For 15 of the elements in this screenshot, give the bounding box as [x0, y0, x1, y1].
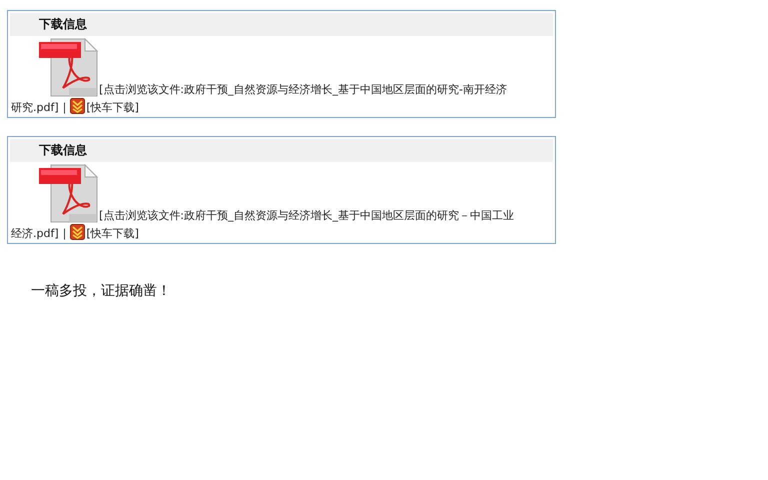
panel-heading: 下载信息	[10, 13, 553, 36]
file-link[interactable]: [点击浏览该文件:政府干预_自然资源与经济增长_基于中国地区层面的研究－中国工业	[99, 209, 514, 222]
panel-heading: 下载信息	[10, 139, 553, 162]
fast-download-link[interactable]: [快车下载]	[86, 101, 139, 114]
pdf-file-icon	[39, 164, 99, 224]
download-arrow-icon[interactable]	[70, 98, 86, 114]
note-text: 一稿多投，证据确凿！	[30, 282, 172, 300]
fast-download-link[interactable]: [快车下载]	[86, 227, 139, 240]
download-arrow-icon[interactable]	[70, 224, 86, 240]
separator: |	[62, 101, 66, 114]
separator: |	[62, 227, 66, 240]
file-link[interactable]: 经济.pdf]	[11, 227, 59, 240]
file-link[interactable]: 研究.pdf]	[11, 101, 59, 114]
pdf-file-icon	[39, 38, 99, 98]
file-link[interactable]: [点击浏览该文件:政府干预_自然资源与经济增长_基于中国地区层面的研究-南开经济	[99, 83, 507, 96]
